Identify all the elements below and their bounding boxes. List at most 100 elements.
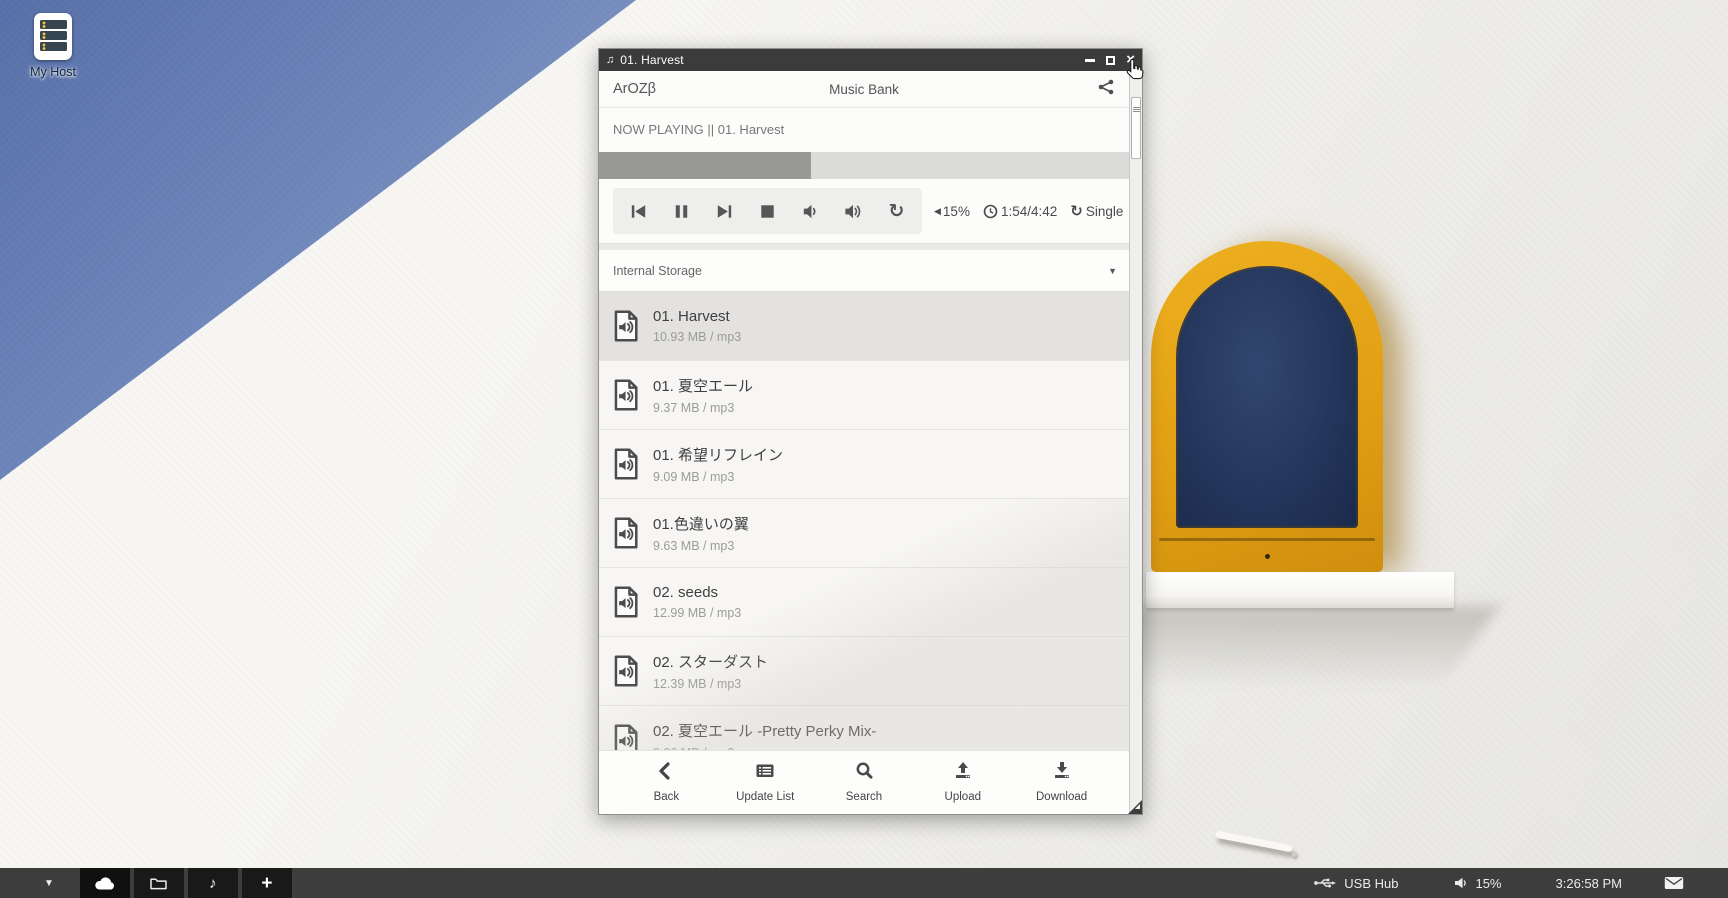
track-row[interactable]: 02. 夏空エール -Pretty Perky Mix- 9.06 MB / m…: [599, 706, 1129, 750]
cloud-icon: [93, 875, 117, 892]
app-title: Music Bank: [599, 82, 1129, 97]
track-row[interactable]: 01. 夏空エール 9.37 MB / mp3: [599, 361, 1129, 430]
scrollbar-thumb[interactable]: [1131, 97, 1141, 159]
track-row[interactable]: 01. Harvest 10.93 MB / mp3: [599, 292, 1129, 361]
share-icon[interactable]: [1097, 78, 1115, 101]
chevron-left-icon: [655, 760, 677, 782]
plus-icon: +: [261, 874, 272, 893]
track-title: 01. 希望リフレイン: [653, 444, 783, 465]
taskbar-volume-value: 15%: [1475, 876, 1501, 891]
usb-hub-indicator[interactable]: USB Hub: [1313, 876, 1398, 891]
track-title: 02. 夏空エール -Pretty Perky Mix-: [653, 720, 876, 741]
desktop: My Host ♫ 01. Harvest × ArOZβ Music Bank: [0, 0, 1728, 898]
volume-value: 15%: [943, 204, 970, 219]
back-button[interactable]: Back: [631, 760, 701, 803]
arch-window-frame-line: [1159, 538, 1375, 541]
usb-hub-label: USB Hub: [1344, 876, 1398, 891]
window-titlebar[interactable]: ♫ 01. Harvest ×: [599, 49, 1142, 71]
track-meta: 10.93 MB / mp3: [653, 330, 741, 344]
time-value: 1:54/4:42: [1001, 204, 1057, 219]
clock-icon: [983, 204, 998, 219]
taskbar: ▼ ♪ +: [0, 868, 1728, 898]
audio-file-icon: [612, 517, 640, 549]
audio-file-icon: [612, 310, 640, 342]
close-button[interactable]: ×: [1126, 53, 1135, 67]
list-icon: [754, 760, 776, 782]
track-row[interactable]: 01. 希望リフレイン 9.09 MB / mp3: [599, 430, 1129, 499]
taskbar-chevron-down-icon[interactable]: ▼: [44, 878, 54, 889]
upload-button[interactable]: Upload: [928, 760, 998, 803]
track-title: 02. スターダスト: [653, 651, 768, 672]
storage-dropdown-value: Internal Storage: [613, 264, 702, 278]
music-note-icon: ♪: [209, 875, 217, 892]
track-title: 01.色違いの翼: [653, 513, 749, 534]
music-player-window: ♫ 01. Harvest × ArOZβ Music Bank: [598, 48, 1143, 815]
taskbar-clock: 3:26:58 PM: [1556, 876, 1623, 891]
pause-button[interactable]: [660, 188, 703, 234]
progress-bar[interactable]: [599, 152, 1129, 179]
volume-indicator[interactable]: 15%: [1454, 876, 1501, 891]
resize-handle[interactable]: [1128, 800, 1142, 814]
track-row[interactable]: 01.色違いの翼 9.63 MB / mp3: [599, 499, 1129, 568]
search-icon: [853, 760, 875, 782]
audio-file-icon: [612, 655, 640, 687]
volume-down-button[interactable]: [789, 188, 832, 234]
track-meta: 9.06 MB / mp3: [653, 746, 876, 750]
usb-icon: [1313, 876, 1337, 890]
time-indicator: 1:54/4:42: [983, 204, 1057, 219]
volume-up-button[interactable]: [832, 188, 875, 234]
track-title: 01. 夏空エール: [653, 375, 753, 396]
volume-muted-icon: ◀: [934, 206, 941, 217]
stop-button[interactable]: [746, 188, 789, 234]
track-title: 01. Harvest: [653, 308, 741, 325]
track-meta: 12.99 MB / mp3: [653, 606, 741, 620]
track-meta: 9.63 MB / mp3: [653, 539, 749, 553]
track-row[interactable]: 02. スターダスト 12.39 MB / mp3: [599, 637, 1129, 706]
chevron-down-icon: ▼: [1108, 266, 1117, 276]
server-icon: [34, 13, 72, 60]
progress-fill: [599, 152, 811, 179]
previous-track-button[interactable]: [617, 188, 660, 234]
folder-icon: [149, 876, 168, 891]
search-button[interactable]: Search: [829, 760, 899, 803]
section-divider: [599, 243, 1129, 250]
track-meta: 12.39 MB / mp3: [653, 677, 768, 691]
track-list: 01. Harvest 10.93 MB / mp3 01. 夏空エール 9.3…: [599, 292, 1129, 750]
volume-indicator: ◀ 15%: [934, 204, 970, 219]
taskbar-add-button[interactable]: +: [242, 868, 292, 898]
taskbar-files-button[interactable]: [134, 868, 184, 898]
audio-file-icon: [612, 379, 640, 411]
window-title: 01. Harvest: [620, 53, 684, 67]
track-title: 02. seeds: [653, 584, 741, 601]
taskbar-music-button[interactable]: ♪: [188, 868, 238, 898]
next-track-button[interactable]: [703, 188, 746, 234]
window-scrollbar[interactable]: [1129, 71, 1142, 814]
upload-icon: [952, 760, 974, 782]
loop-mode-label: Single: [1086, 204, 1124, 219]
track-meta: 9.09 MB / mp3: [653, 470, 783, 484]
messages-button[interactable]: [1664, 876, 1684, 890]
arch-window-glass: [1176, 266, 1358, 528]
player-controls: ↻ ◀ 15% 1:54/4:42 ↻: [599, 179, 1129, 243]
track-row[interactable]: 02. seeds 12.99 MB / mp3: [599, 568, 1129, 637]
wallpaper-pipe: [1215, 831, 1293, 853]
storage-dropdown[interactable]: Internal Storage ▼: [599, 250, 1129, 292]
wallpaper-arch-window: [1151, 241, 1383, 572]
music-note-icon: ♫: [606, 54, 614, 66]
repeat-button[interactable]: ↻: [875, 188, 918, 234]
desktop-icon-my-host[interactable]: My Host: [20, 13, 86, 79]
taskbar-cloud-button[interactable]: [80, 868, 130, 898]
envelope-icon: [1664, 876, 1684, 890]
app-header: ArOZβ Music Bank: [599, 71, 1129, 108]
transport-controls: ↻: [613, 188, 922, 234]
window-content: ArOZβ Music Bank NOW PLAYING || 01. Harv…: [599, 71, 1129, 814]
arch-window-knob: [1265, 554, 1270, 559]
download-button[interactable]: Download: [1027, 760, 1097, 803]
update-list-button[interactable]: Update List: [730, 760, 800, 803]
maximize-button[interactable]: [1106, 56, 1115, 65]
player-status: ◀ 15% 1:54/4:42 ↻ Single: [934, 202, 1136, 220]
window-toolbar: Back Update List Searc: [599, 750, 1129, 814]
minimize-button[interactable]: [1085, 59, 1095, 62]
loop-mode[interactable]: ↻ Single: [1070, 202, 1123, 220]
now-playing-label: NOW PLAYING || 01. Harvest: [599, 108, 1129, 152]
